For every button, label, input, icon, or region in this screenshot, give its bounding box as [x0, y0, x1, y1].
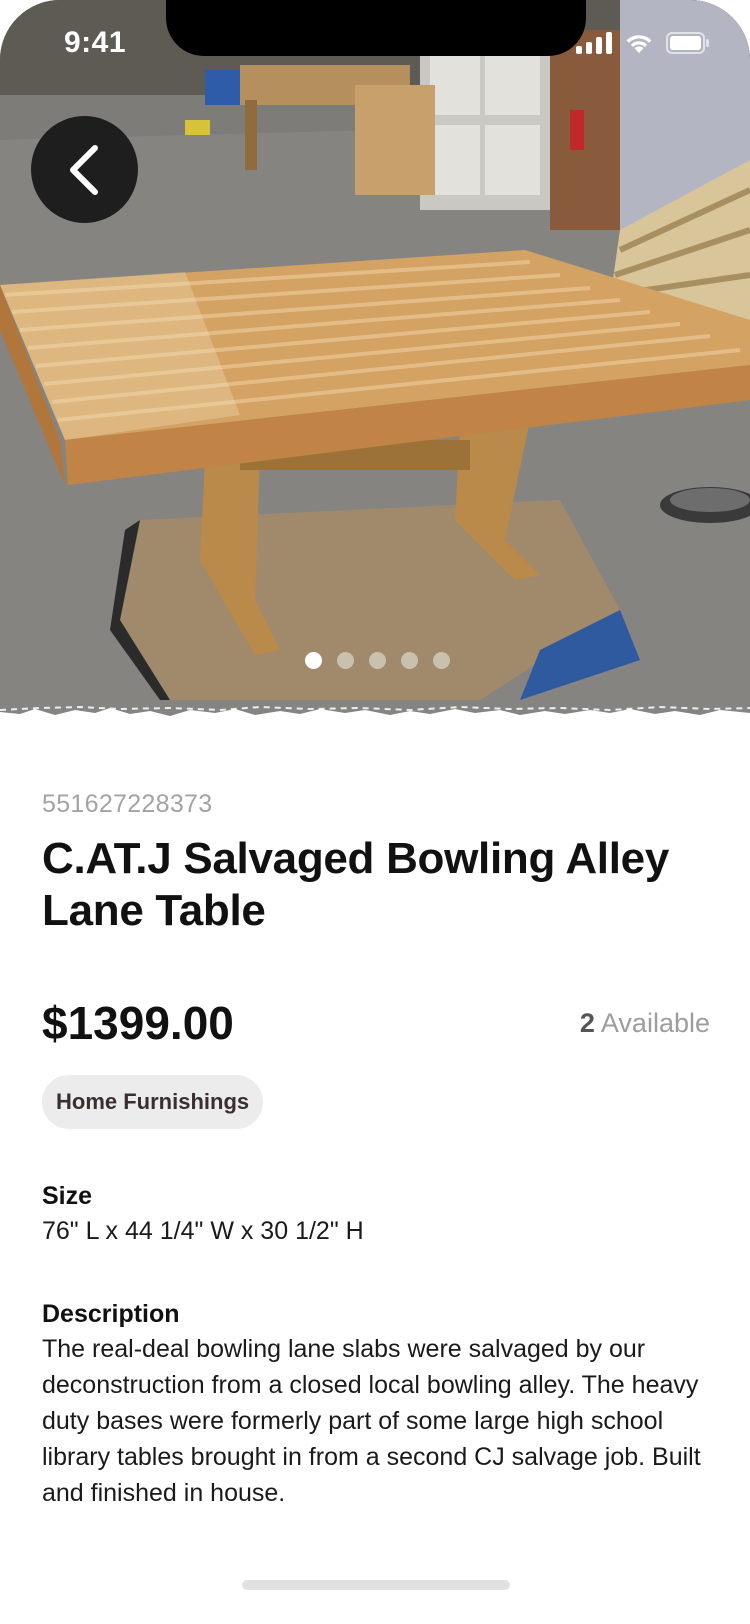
availability-label: 2 Available — [580, 1008, 710, 1039]
home-indicator[interactable] — [242, 1580, 510, 1590]
product-sku: 551627228373 — [42, 790, 213, 818]
status-time: 9:41 — [64, 26, 127, 59]
product-photo-illustration — [0, 0, 750, 735]
product-info: 551627228373 C.AT.J Salvaged Bowling All… — [42, 790, 710, 1511]
status-bar: 9:41 — [0, 0, 750, 92]
description-text: The real-deal bowling lane slabs were sa… — [42, 1335, 701, 1507]
signal-icon — [576, 32, 612, 54]
product-price: $1399.00 — [42, 997, 234, 1049]
available-count: 2 — [579, 1007, 595, 1038]
description-label: Description — [42, 1300, 180, 1328]
available-text: Available — [600, 1007, 710, 1038]
product-detail-screen: 9:41 551627228373 C.AT.J Salvaged Bowlin… — [0, 0, 750, 1624]
torn-edge-divider — [0, 705, 750, 735]
price-row: $1399.00 2 Available — [42, 993, 710, 1053]
status-icons — [576, 32, 710, 54]
category-chip[interactable]: Home Furnishings — [42, 1075, 264, 1129]
battery-icon — [666, 32, 710, 54]
pager-dot[interactable] — [305, 652, 322, 669]
pager-dot[interactable] — [401, 652, 418, 669]
pager-dot[interactable] — [433, 652, 450, 669]
description-section: Description The real-deal bowling lane s… — [42, 1297, 710, 1511]
size-section: Size 76" L x 44 1/4" W x 30 1/2" H — [42, 1179, 710, 1249]
size-value: 76" L x 44 1/4" W x 30 1/2" H — [42, 1217, 364, 1245]
pager-dot[interactable] — [337, 652, 354, 669]
product-title: C.AT.J Salvaged Bowling Alley Lane Table — [42, 834, 670, 935]
wifi-icon — [624, 32, 654, 54]
camera-notch — [166, 0, 586, 56]
image-pager[interactable] — [0, 652, 750, 669]
pager-dot[interactable] — [369, 652, 386, 669]
chevron-left-icon — [69, 144, 98, 195]
back-button[interactable] — [31, 116, 138, 223]
size-label: Size — [42, 1182, 93, 1210]
product-photo[interactable]: 9:41 — [0, 0, 750, 735]
